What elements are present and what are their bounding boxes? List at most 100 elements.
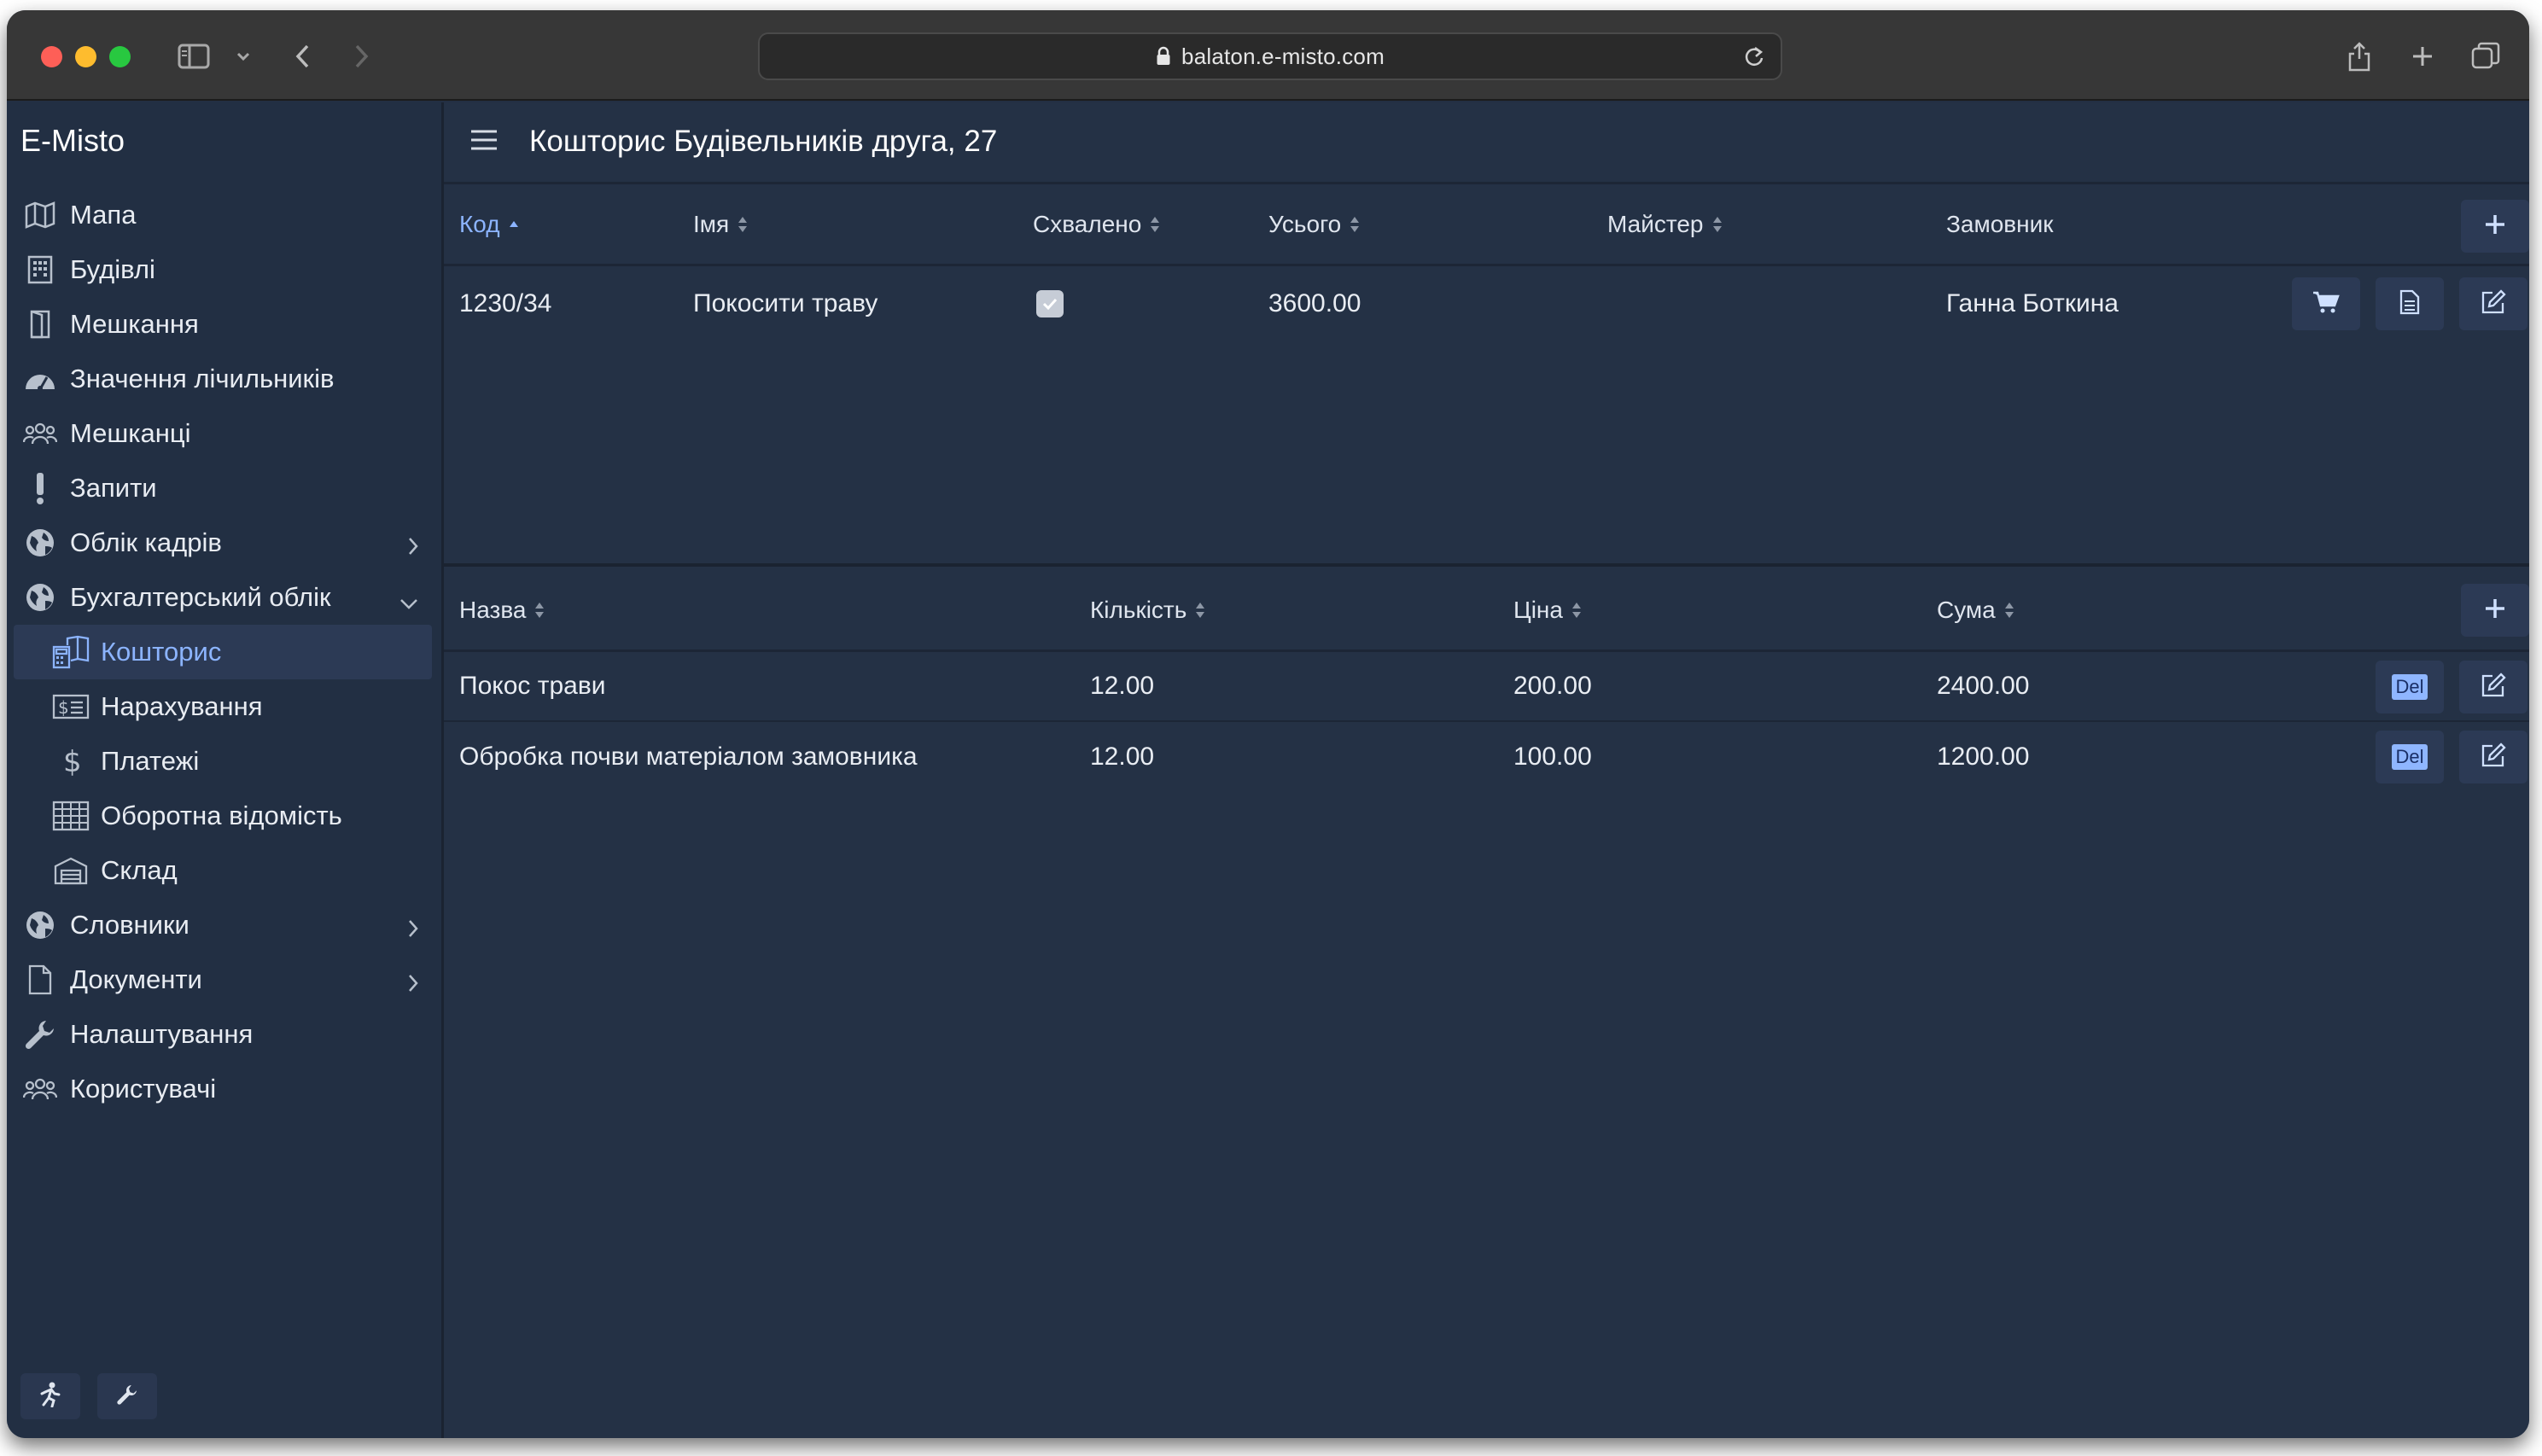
edit-button[interactable] (2459, 731, 2527, 783)
map-icon (20, 195, 60, 235)
column-header-sum[interactable]: Сума (1937, 570, 2014, 649)
sidebar-item-turnover[interactable]: Оборотна відомість (7, 789, 441, 843)
cart-icon (2312, 290, 2340, 318)
delete-button[interactable]: Del (2376, 661, 2444, 713)
edit-button[interactable] (2459, 277, 2527, 330)
exclamation-icon (20, 469, 60, 508)
dollar-icon: $ (51, 742, 90, 781)
back-icon[interactable] (285, 34, 319, 79)
checkmark-icon (1036, 290, 1064, 317)
table-header: Код Імя Схвалено Усього Майстер Замовник (444, 184, 2529, 266)
url-text: balaton.e-misto.com (1181, 43, 1385, 69)
sidebar-item-charges[interactable]: $ Нарахування (7, 679, 441, 734)
sidebar-item-users[interactable]: Користувачі (7, 1062, 441, 1116)
chevron-right-icon (407, 970, 419, 1000)
column-header-total[interactable]: Усього (1268, 184, 1360, 264)
column-header-quantity[interactable]: Кількість (1090, 570, 1205, 649)
sort-icon (1571, 602, 1582, 619)
edit-icon (2481, 672, 2506, 702)
menu-icon[interactable] (469, 128, 498, 156)
svg-text:$: $ (58, 697, 69, 718)
browser-toolbar: balaton.e-misto.com (7, 10, 2529, 101)
sidebar-item-buildings[interactable]: Будівлі (7, 242, 441, 297)
approved-checkbox[interactable] (1036, 266, 1064, 341)
add-estimate-button[interactable] (2461, 200, 2529, 253)
column-header-name[interactable]: Імя (693, 184, 748, 264)
sidebar-item-residents[interactable]: Мешканці (7, 406, 441, 461)
globe-icon (20, 906, 60, 945)
globe-icon (20, 578, 60, 617)
table-row[interactable]: Покос трави 12.00 200.00 2400.00 Del (444, 652, 2529, 722)
sidebar-item-requests[interactable]: Запити (7, 461, 441, 515)
sidebar-item-documents[interactable]: Документи (7, 952, 441, 1007)
document-icon (20, 960, 60, 999)
settings-button[interactable] (97, 1373, 157, 1419)
gauge-icon (20, 359, 60, 399)
door-icon (20, 305, 60, 344)
sidebar-item-label: Облік кадрів (70, 527, 222, 557)
close-window-button[interactable] (41, 46, 62, 67)
zoom-window-button[interactable] (109, 46, 131, 67)
share-icon[interactable] (2342, 34, 2376, 79)
column-header-price[interactable]: Ціна (1513, 570, 1582, 649)
sort-icon (1350, 216, 1360, 233)
column-header-code[interactable]: Код (459, 184, 519, 264)
forward-icon[interactable] (345, 34, 379, 79)
chevron-down-icon[interactable] (230, 34, 256, 79)
delete-icon: Del (2392, 674, 2428, 700)
sidebar-item-estimate[interactable]: Кошторис (14, 625, 432, 679)
sort-icon (1150, 216, 1160, 233)
sort-icon (1712, 216, 1723, 233)
minimize-window-button[interactable] (75, 46, 96, 67)
sort-icon (1195, 602, 1205, 619)
sidebar-item-label: Мешкання (70, 309, 199, 339)
sidebar-item-accounting[interactable]: Бухгалтерський облік (7, 570, 441, 625)
reload-icon[interactable] (1743, 45, 1765, 73)
sidebar-item-warehouse[interactable]: Склад (7, 843, 441, 898)
item-sum: 2400.00 (1937, 672, 2030, 700)
sidebar-toggle-icon[interactable] (174, 34, 213, 79)
cart-button[interactable] (2292, 277, 2360, 330)
item-sum: 1200.00 (1937, 743, 2030, 771)
logout-button[interactable] (20, 1373, 80, 1419)
warehouse-icon (51, 851, 90, 890)
estimates-table: Код Імя Схвалено Усього Майстер Замовник… (444, 184, 2529, 567)
sidebar-item-label: Мешканці (70, 418, 191, 448)
table-header: Назва Кількість Ціна Сума (444, 570, 2529, 652)
sidebar-item-apartments[interactable]: Мешкання (7, 297, 441, 352)
document-button[interactable] (2376, 277, 2444, 330)
plus-icon (2484, 213, 2506, 240)
column-header-master[interactable]: Майстер (1607, 184, 1723, 264)
sidebar-item-label: Бухгалтерський облік (70, 582, 331, 612)
edit-button[interactable] (2459, 661, 2527, 713)
app-brand[interactable]: E-Misto (20, 123, 125, 159)
plus-icon (2484, 597, 2506, 624)
item-name: Покос трави (459, 672, 606, 700)
wrench-icon (116, 1383, 138, 1410)
sidebar-footer (20, 1373, 157, 1419)
document-icon (2399, 289, 2420, 319)
sidebar-item-meter-values[interactable]: Значення лічильників (7, 352, 441, 406)
tab-overview-icon[interactable] (2469, 34, 2503, 79)
people-icon (20, 1069, 60, 1109)
table-row[interactable]: Обробка почви матеріалом замовника 12.00… (444, 722, 2529, 792)
sidebar-item-label: Документи (70, 964, 202, 994)
sidebar-item-settings[interactable]: Налаштування (7, 1007, 441, 1062)
globe-icon (20, 523, 60, 562)
invoice-icon: $ (51, 687, 90, 726)
delete-button[interactable]: Del (2376, 731, 2444, 783)
address-bar[interactable]: balaton.e-misto.com (758, 32, 1782, 80)
sidebar-item-hr[interactable]: Облік кадрів (7, 515, 441, 570)
new-tab-icon[interactable] (2405, 34, 2440, 79)
add-item-button[interactable] (2461, 584, 2529, 637)
sidebar-item-label: Оборотна відомість (101, 801, 342, 830)
table-row[interactable]: 1230/34 Покосити траву 3600.00 Ганна Бот… (444, 266, 2529, 341)
column-header-approved[interactable]: Схвалено (1033, 184, 1160, 264)
column-header-item-name[interactable]: Назва (459, 570, 545, 649)
sidebar-item-payments[interactable]: $ Платежі (7, 734, 441, 789)
lock-icon (1156, 46, 1171, 67)
estimate-code: 1230/34 (459, 289, 552, 317)
sidebar: E-Misto Мапа Будівлі Мешкання Значення л… (7, 102, 444, 1438)
sidebar-item-map[interactable]: Мапа (7, 188, 441, 242)
sidebar-item-dictionaries[interactable]: Словники (7, 898, 441, 952)
